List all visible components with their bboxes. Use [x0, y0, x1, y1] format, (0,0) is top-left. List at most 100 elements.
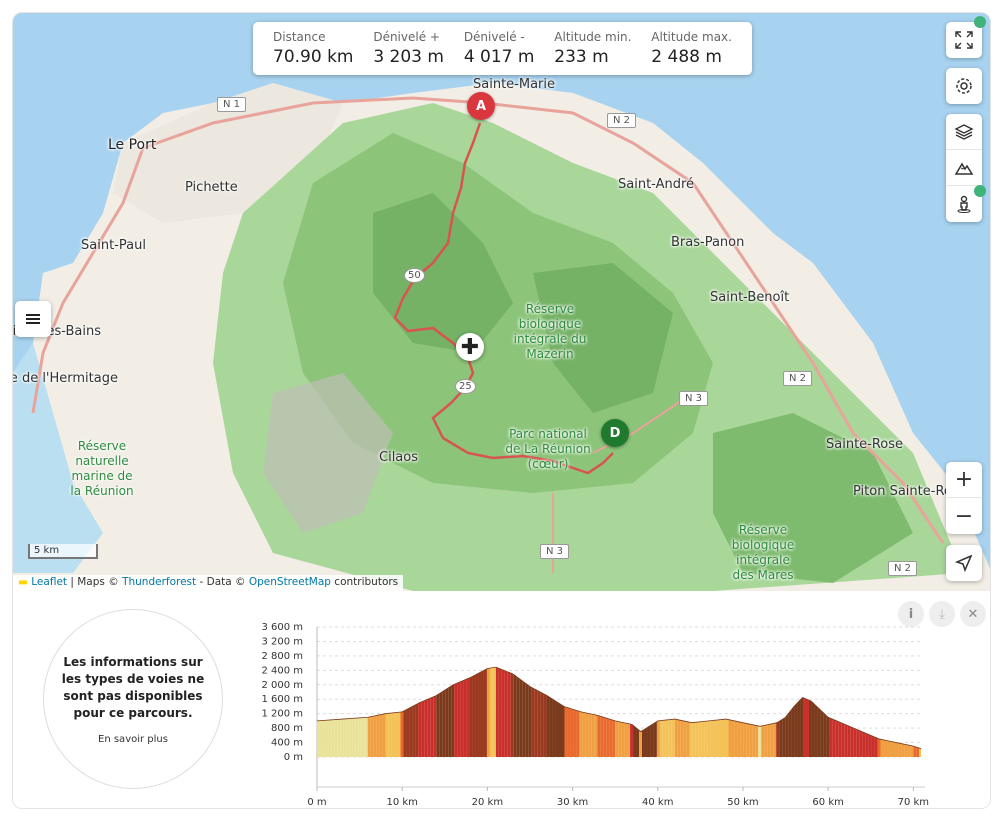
stat-value: 2 488 m — [651, 47, 722, 67]
elevation-segment — [758, 725, 762, 757]
osm-link[interactable]: OpenStreetMap — [249, 576, 331, 588]
road-shield: 25 — [455, 379, 476, 394]
terrain-button[interactable] — [946, 150, 982, 186]
elevation-segment — [803, 697, 806, 757]
map-attribution: ▬ Leaflet | Maps © Thunderforest - Data … — [13, 575, 404, 591]
route-stats-panel: Distance 70.90 km Dénivelé + 3 203 m Dén… — [253, 22, 752, 75]
elevation-segment — [379, 714, 383, 757]
map-background — [13, 13, 990, 591]
elevation-segment — [743, 722, 747, 757]
elevation-segment — [791, 706, 795, 757]
elevation-segment — [454, 683, 458, 757]
thunderforest-link[interactable]: Thunderforest — [122, 576, 196, 588]
map[interactable]: Sainte-Marie Le Port Pichette Saint-Andr… — [13, 13, 990, 591]
elevation-segment — [865, 733, 869, 757]
elevation-segment — [352, 718, 356, 757]
road-shield: N 1 — [217, 97, 247, 112]
elevation-segment — [385, 713, 389, 757]
elevation-segment — [525, 683, 529, 757]
elevation-chart[interactable]: 0 m 400 m 800 m 1 200 m 1 600 m 2 000 m 2 400 … — [253, 621, 953, 806]
layers-button[interactable] — [946, 114, 982, 150]
elevation-segment — [677, 719, 681, 757]
locate-button[interactable] — [946, 545, 982, 581]
stat-label: Dénivelé + — [373, 30, 440, 44]
elevation-segment — [621, 722, 625, 757]
elevation-segment — [448, 686, 452, 757]
elevation-segment — [615, 720, 619, 757]
elevation-segment — [609, 718, 613, 757]
elevation-segment — [883, 739, 887, 757]
elevation-segment — [782, 717, 786, 757]
menu-button[interactable] — [15, 301, 51, 337]
x-tick-label: 20 km — [472, 797, 503, 806]
elevation-segment — [403, 709, 407, 757]
elevation-segment — [472, 675, 476, 757]
stat-value: 233 m — [554, 47, 609, 67]
elevation-segment — [794, 703, 798, 757]
elevation-segment — [322, 720, 326, 757]
elevation-segment — [504, 670, 508, 757]
elevation-segment — [418, 701, 422, 757]
stat-label: Distance — [273, 30, 326, 44]
elevation-segment — [486, 668, 490, 757]
elevation-segment — [469, 676, 473, 757]
close-button[interactable]: ✕ — [960, 601, 986, 627]
place-label: Bras-Panon — [671, 235, 745, 250]
x-tick-label: 30 km — [557, 797, 588, 806]
x-tick-label: 50 km — [727, 797, 758, 806]
elevation-segment — [328, 719, 332, 757]
elevation-segment — [561, 704, 565, 757]
elevation-segment — [692, 722, 696, 757]
plus-marker-icon[interactable]: ✚ — [456, 333, 484, 361]
elevation-segment — [370, 716, 374, 757]
elevation-segment — [367, 716, 371, 757]
elevation-segment — [746, 723, 750, 757]
elevation-segment — [671, 719, 675, 757]
elevation-segment — [835, 720, 839, 757]
settings-button[interactable] — [946, 68, 982, 104]
elevation-segment — [513, 674, 517, 757]
elevation-segment — [662, 720, 666, 757]
elevation-segment — [612, 719, 616, 757]
elevation-segment — [501, 669, 505, 757]
elevation-segment — [665, 719, 669, 757]
elevation-segment — [412, 704, 416, 757]
zoom-in-button[interactable]: + — [946, 462, 982, 498]
elevation-segment — [534, 689, 538, 757]
info-icon: i — [908, 606, 914, 622]
elevation-segment — [528, 685, 532, 757]
place-label: Saint-Paul — [81, 238, 146, 253]
reserve-label: Réserve naturelle marine de la Réunion — [70, 439, 134, 498]
elevation-segment — [516, 676, 520, 757]
elevation-segment — [886, 740, 890, 757]
elevation-segment — [573, 709, 577, 757]
zoom-out-button[interactable]: − — [946, 498, 982, 534]
elevation-segment — [478, 671, 481, 757]
elevation-segment — [394, 712, 398, 757]
stat-value: 70.90 km — [273, 47, 354, 67]
elevation-segment — [737, 721, 741, 757]
start-marker[interactable]: A — [467, 92, 495, 120]
elevation-segment — [606, 718, 610, 757]
learn-more-link[interactable]: En savoir plus — [98, 734, 168, 745]
elevation-segment — [722, 719, 726, 757]
stat-label: Altitude max. — [651, 30, 732, 44]
stat-label: Altitude min. — [554, 30, 632, 44]
elevation-segment — [838, 721, 842, 757]
elevation-segment — [373, 715, 377, 757]
elevation-segment — [644, 727, 648, 757]
elevation-segment — [349, 718, 353, 757]
elevation-segment — [916, 747, 920, 757]
zoom-in-icon: + — [954, 467, 974, 492]
elevation-segment — [483, 668, 487, 757]
elevation-segment — [659, 720, 663, 757]
elevation-segment — [600, 716, 604, 757]
attribution-text: contributors — [330, 576, 399, 588]
stat-distance: Distance 70.90 km — [273, 30, 353, 67]
leaflet-link[interactable]: Leaflet — [31, 576, 67, 588]
elevation-segment — [919, 748, 921, 757]
elevation-segment — [582, 712, 586, 757]
elevation-segment — [436, 693, 440, 757]
place-label: Le Port — [108, 137, 157, 153]
end-marker[interactable]: D — [601, 419, 629, 447]
